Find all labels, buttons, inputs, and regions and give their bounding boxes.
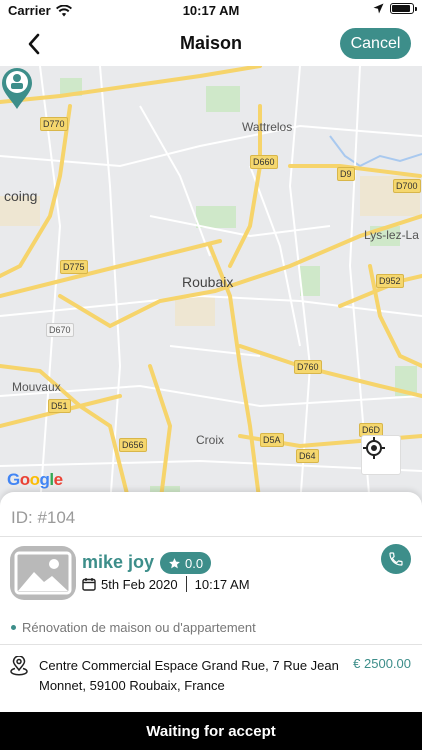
image-placeholder-icon <box>14 551 72 595</box>
divider <box>0 644 422 645</box>
user-name[interactable]: mike joy <box>82 552 154 573</box>
place-coing: coing <box>4 188 38 204</box>
road-d952: D952 <box>376 274 404 288</box>
map-view[interactable]: Wattrelos coing Lys-lez-La Roubaix Mouva… <box>0 66 422 506</box>
road-d5a: D5A <box>260 433 284 447</box>
job-date: 5th Feb 2020 <box>101 576 178 592</box>
job-id: ID: #104 <box>11 508 76 527</box>
road-d9: D9 <box>337 167 355 181</box>
place-roubaix: Roubaix <box>182 274 234 290</box>
bullet-icon <box>11 625 16 630</box>
chevron-left-icon <box>28 33 40 55</box>
battery-icon <box>390 3 417 14</box>
location-arrow-icon <box>373 3 384 14</box>
back-button[interactable] <box>20 30 48 58</box>
map-pin-icon[interactable] <box>0 66 34 110</box>
road-d51: D51 <box>48 399 71 413</box>
locate-button[interactable] <box>361 435 401 475</box>
road-d656: D656 <box>119 438 147 452</box>
phone-icon <box>389 552 403 566</box>
road-d64: D64 <box>296 449 319 463</box>
star-icon <box>169 557 180 568</box>
road-d770: D770 <box>40 117 68 131</box>
road-d660: D660 <box>250 155 278 169</box>
date-row: 5th Feb 2020 10:17 AM <box>82 576 250 592</box>
place-croix: Croix <box>196 433 225 447</box>
job-address: Centre Commercial Espace Grand Rue, 7 Ru… <box>39 658 339 693</box>
calendar-icon <box>82 578 96 591</box>
rating-value: 0.0 <box>185 555 204 571</box>
date-time-divider <box>185 576 187 592</box>
cancel-button[interactable]: Cancel <box>340 28 411 59</box>
road-d700: D700 <box>393 179 421 193</box>
divider <box>0 536 422 537</box>
avatar <box>10 546 76 600</box>
rating-badge: 0.0 <box>160 552 212 574</box>
service-label: Rénovation de maison ou d'appartement <box>22 620 256 635</box>
screen: Carrier 10:17 AM Maison Cancel Wattrelos… <box>0 0 422 750</box>
road-d760: D760 <box>294 360 322 374</box>
status-left: Carrier <box>8 3 72 18</box>
job-detail-sheet: ID: #104 mike joy 0.0 5th Feb 2020 10:17… <box>0 492 422 712</box>
location-pin-icon <box>10 656 28 676</box>
waiting-status-bar: Waiting for accept <box>0 712 422 750</box>
google-logo: Google <box>7 470 63 489</box>
road-d670: D670 <box>46 323 74 337</box>
place-wattrelos: Wattrelos <box>242 120 293 134</box>
road-d775: D775 <box>60 260 88 274</box>
call-button[interactable] <box>381 544 411 574</box>
crosshair-icon <box>363 437 385 459</box>
waiting-status-label: Waiting for accept <box>146 722 276 740</box>
job-price: € 2500.00 <box>353 656 411 671</box>
service-item: Rénovation de maison ou d'appartement <box>11 620 256 635</box>
nav-bar: Maison Cancel <box>0 22 422 66</box>
carrier-label: Carrier <box>8 3 51 18</box>
place-mouvaux: Mouvaux <box>12 380 61 394</box>
place-lys: Lys-lez-La <box>364 228 419 242</box>
status-bar: Carrier 10:17 AM <box>0 0 422 22</box>
wifi-icon <box>55 4 72 16</box>
battery-fill <box>392 5 410 12</box>
job-time: 10:17 AM <box>194 576 250 592</box>
status-right <box>373 3 417 14</box>
